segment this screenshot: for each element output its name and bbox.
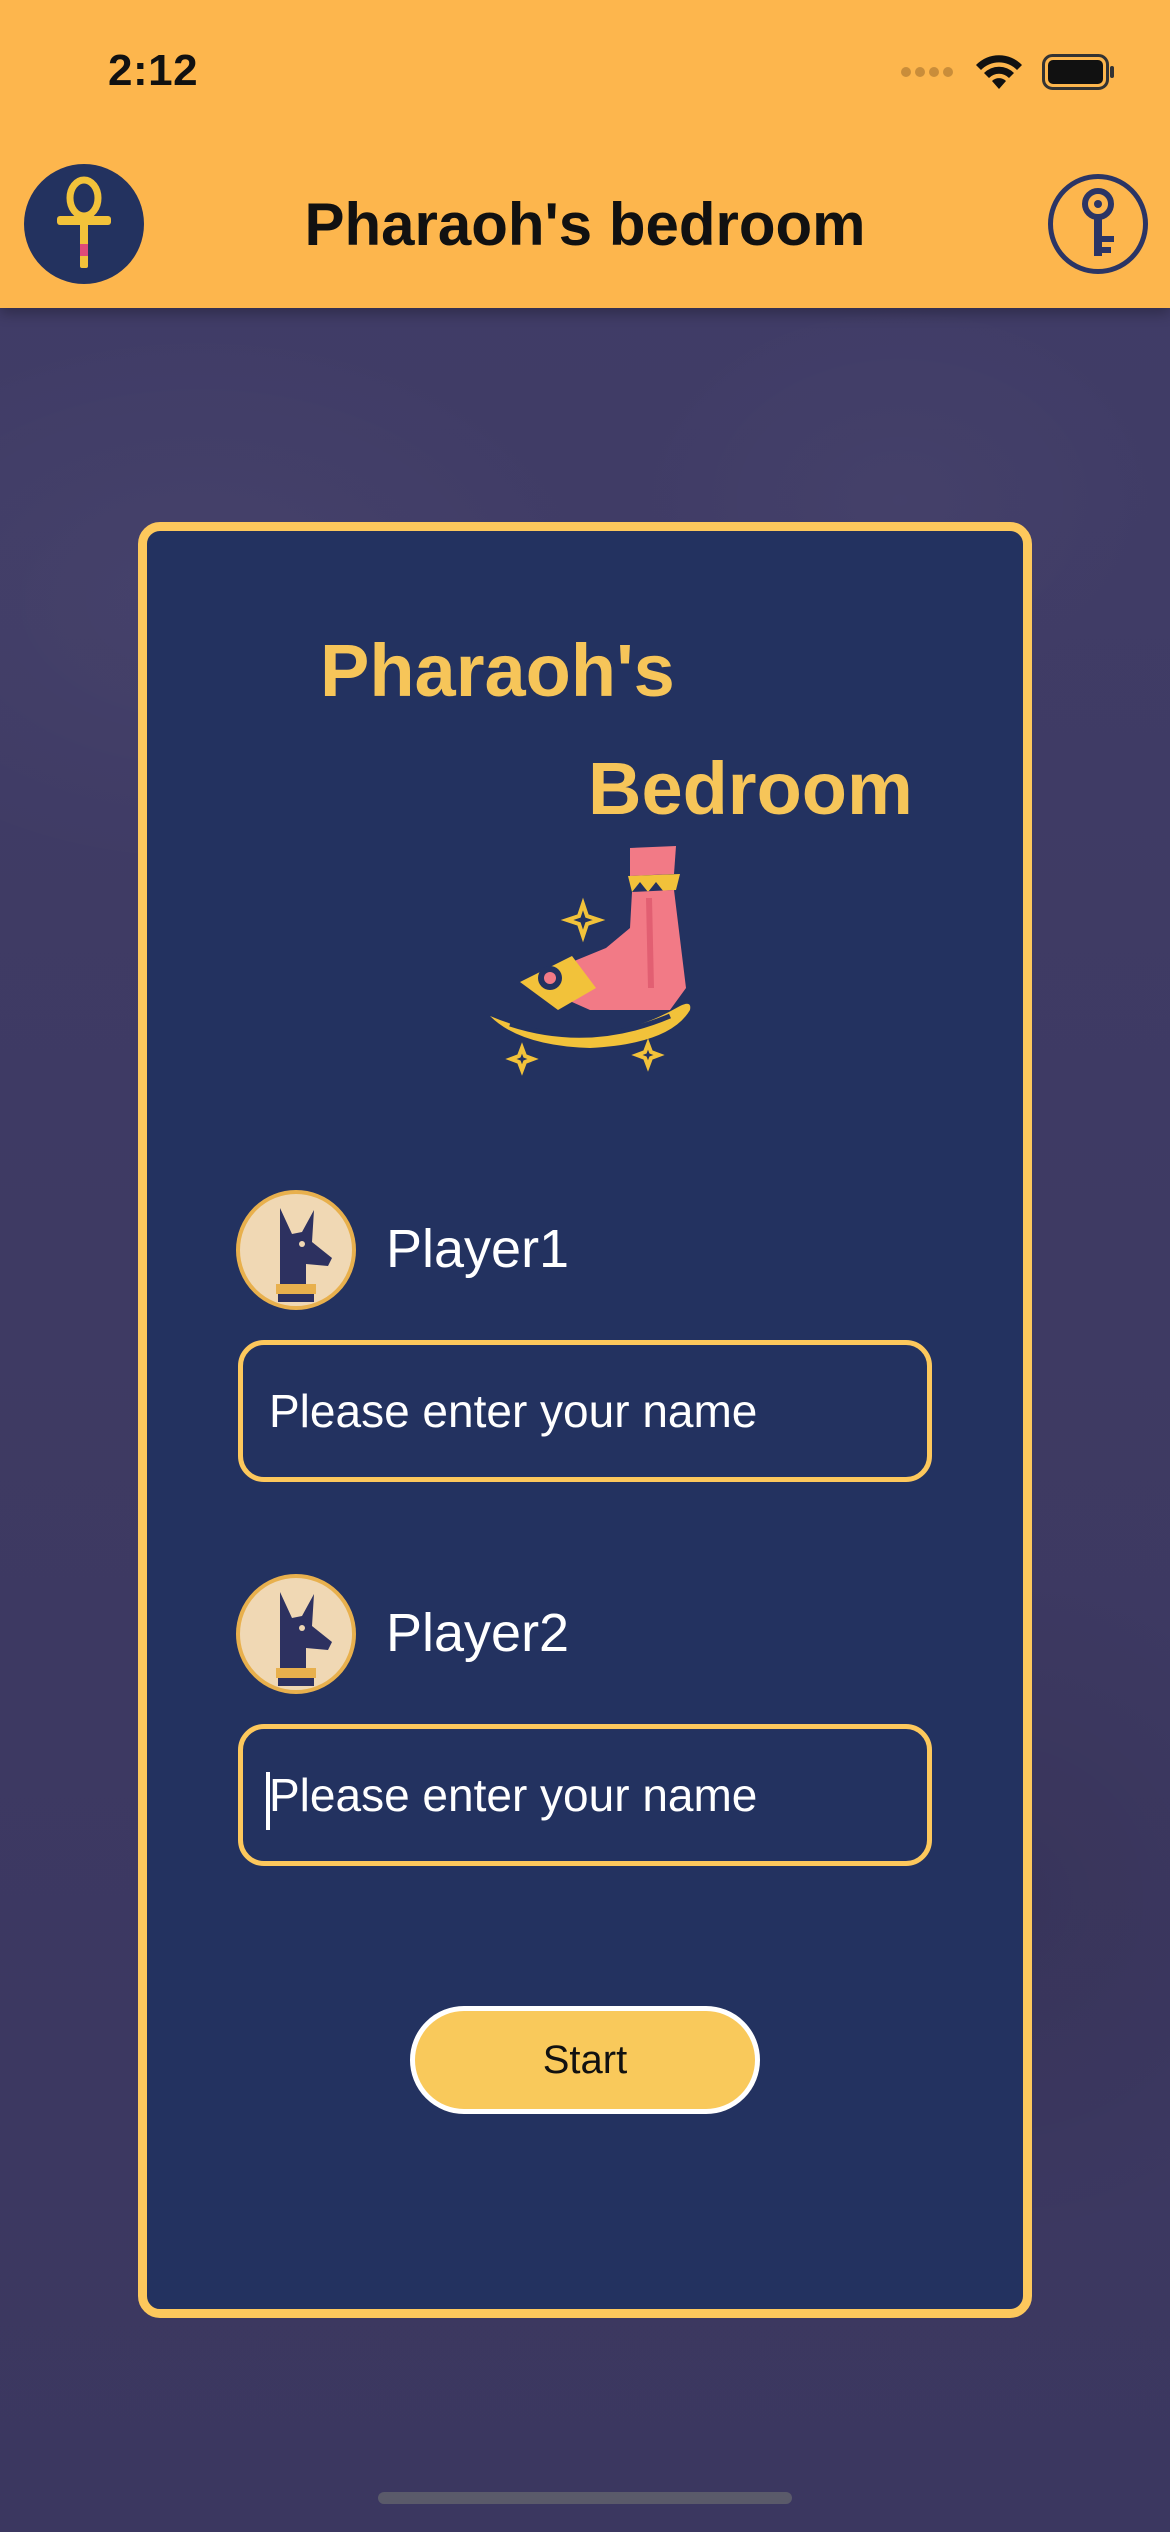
battery-icon bbox=[1042, 54, 1114, 90]
ankh-button[interactable] bbox=[24, 164, 144, 284]
player2-name-input[interactable] bbox=[238, 1724, 932, 1866]
status-icons bbox=[900, 52, 1116, 92]
anubis-icon bbox=[276, 1208, 332, 1302]
start-button[interactable]: Start bbox=[410, 2006, 760, 2114]
key-button[interactable] bbox=[1048, 174, 1148, 274]
player2-label: Player2 bbox=[386, 1603, 570, 1663]
player1-avatar bbox=[236, 1190, 356, 1310]
wifi-icon bbox=[976, 55, 1022, 89]
player1-name-input[interactable] bbox=[238, 1340, 932, 1482]
text-cursor bbox=[266, 1772, 270, 1830]
player2-avatar bbox=[236, 1574, 356, 1694]
key-icon bbox=[1082, 188, 1114, 256]
logo-title-line2: Bedroom bbox=[588, 747, 913, 830]
player1-label: Player1 bbox=[386, 1219, 570, 1279]
pharaoh-foot-icon bbox=[490, 846, 691, 1076]
top-bar: 2:12 Pharaoh's bedroom bbox=[0, 0, 1170, 308]
anubis-icon bbox=[276, 1592, 332, 1686]
status-time: 2:12 bbox=[108, 46, 199, 95]
signal-icon bbox=[901, 67, 953, 77]
logo-title-line1: Pharaoh's bbox=[320, 629, 675, 712]
page-title: Pharaoh's bedroom bbox=[304, 191, 866, 258]
ankh-icon bbox=[57, 176, 111, 268]
home-indicator[interactable] bbox=[378, 2492, 792, 2504]
